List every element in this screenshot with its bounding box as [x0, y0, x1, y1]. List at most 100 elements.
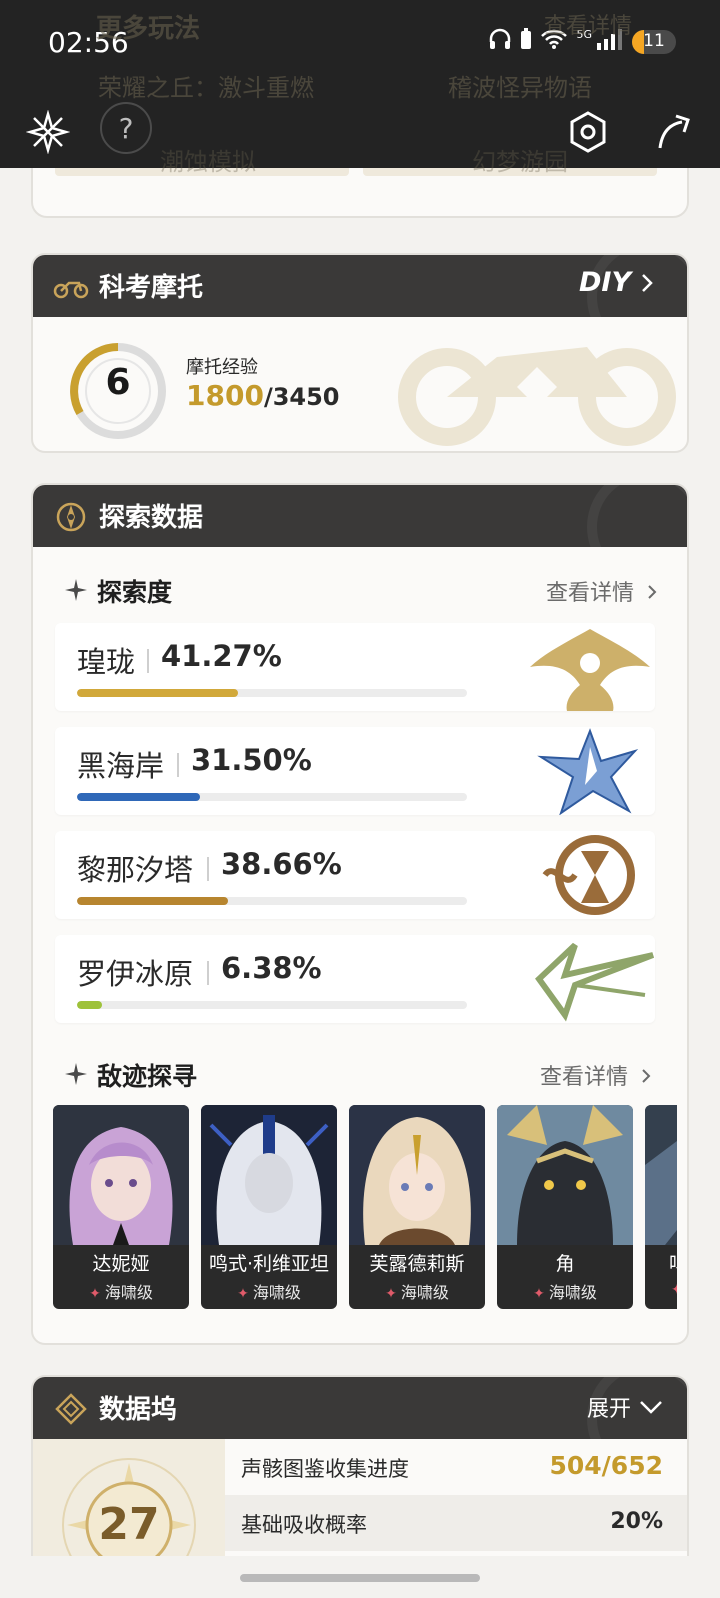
enemy-card[interactable]: 芙露德莉斯 ✦ 海啸级	[349, 1105, 485, 1309]
exploration-degree-link[interactable]: 查看详情	[546, 575, 657, 607]
enemy-rank-label: 海啸级	[400, 1283, 449, 1302]
enemy-link[interactable]: 查看详情	[540, 1059, 651, 1091]
region-card-huanglong[interactable]: 瑝珑 41.27%	[55, 623, 655, 711]
enemy-name: 角	[555, 1253, 575, 1275]
enemy-name: 芙露德莉斯	[369, 1253, 465, 1275]
rank-star-icon: ✦	[237, 1286, 249, 1302]
region-progress-bar	[77, 689, 467, 697]
more-play-item[interactable]: 稽波怪异物语	[448, 68, 592, 103]
rank-star-icon: ✦	[89, 1286, 101, 1302]
enemy-rank-label: 海啸级	[548, 1283, 597, 1302]
enemy-card[interactable]: 鸣 ✦	[645, 1105, 677, 1309]
view-details-label: 查看详情	[545, 581, 634, 606]
view-details-label: 查看详情	[539, 1065, 628, 1090]
more-play-link[interactable]: 查看详情	[544, 8, 632, 40]
compass-icon	[56, 502, 86, 532]
enemy-rank-label: 海啸级	[104, 1283, 153, 1302]
chevron-right-icon	[642, 273, 653, 292]
frostlands-emblem-icon	[535, 942, 655, 1022]
motorcycle-level: 6	[105, 362, 131, 403]
enemy-card[interactable]: 鸣式·利维亚坦 ✦ 海啸级	[201, 1105, 337, 1309]
home-indicator[interactable]	[240, 1574, 480, 1582]
region-name: 黎那汐塔	[77, 853, 194, 887]
region-percent: 6.38%	[221, 951, 322, 985]
region-separator	[147, 649, 149, 673]
black-shores-emblem-icon	[537, 728, 639, 815]
diy-label: DIY	[578, 267, 631, 298]
enemy-name: 达妮娅	[92, 1253, 150, 1275]
region-separator	[207, 961, 209, 985]
data-dock-icon	[55, 1393, 87, 1425]
motorcycle-exp-total: /3450	[263, 383, 340, 411]
enemy-rank: ✦ 海啸级	[497, 1279, 633, 1303]
region-card-rinascita[interactable]: 黎那汐塔 38.66%	[55, 831, 655, 919]
star-menu-icon[interactable]	[20, 104, 76, 160]
rank-star-icon: ✦	[533, 1286, 545, 1302]
battery-level: 11	[643, 30, 665, 51]
region-separator	[207, 857, 209, 881]
region-card-black-shores[interactable]: 黑海岸 31.50%	[55, 727, 655, 815]
enemy-rank: ✦ 海啸级	[201, 1279, 337, 1303]
settings-hexagon-icon[interactable]	[560, 104, 616, 160]
motorcycle-exp-current: 1800	[186, 379, 264, 412]
motorcycle-title: 科考摩托	[99, 273, 204, 303]
enemy-card-strip[interactable]: 达妮娅 ✦ 海啸级 鸣式·利维亚坦 ✦ 海啸级 芙露德莉斯 ✦ 海啸级 角 ✦ …	[53, 1105, 677, 1309]
enemy-rank: ✦	[671, 1279, 677, 1298]
rank-star-icon: ✦	[671, 1282, 677, 1298]
diy-button[interactable]: DIY	[579, 267, 653, 298]
data-dock-row-value: 504/652	[549, 1451, 663, 1480]
region-card-frostlands[interactable]: 罗伊冰原 6.38%	[55, 935, 655, 1023]
battery-icon: 11	[632, 29, 676, 54]
region-name: 瑝珑	[77, 645, 136, 679]
enemy-portrait	[53, 1105, 189, 1245]
enemy-title: 敌迹探寻	[97, 1062, 198, 1091]
more-play-item[interactable]: 荣耀之丘：激斗重燃	[98, 68, 314, 103]
region-progress-fill	[77, 793, 200, 801]
motorcycle-card[interactable]: 科考摩托 DIY 6 摩托经验 1800/3450	[31, 253, 689, 453]
more-play-item[interactable]: 幻梦游园	[472, 142, 568, 177]
exploration-title: 探索数据	[99, 503, 204, 533]
data-dock-row-label: 声骸图鉴收集进度	[241, 1457, 409, 1481]
region-progress-bar	[77, 793, 467, 801]
rinascita-emblem-icon	[542, 835, 635, 915]
chevron-right-icon	[642, 1069, 651, 1083]
expand-label: 展开	[586, 1397, 631, 1422]
enemy-card[interactable]: 角 ✦ 海啸级	[497, 1105, 633, 1309]
data-dock-level: 27	[98, 1499, 160, 1550]
sparkle-icon	[65, 1063, 87, 1085]
data-dock-row-label: 基础吸收概率	[241, 1513, 367, 1537]
enemy-portrait	[349, 1105, 485, 1245]
motorcycle-icon	[53, 281, 89, 299]
enemy-rank-label: 海啸级	[252, 1283, 301, 1302]
huanglong-emblem-icon	[530, 629, 650, 711]
expand-button[interactable]: 展开	[587, 1391, 663, 1423]
motorcycle-header: 科考摩托 DIY	[33, 255, 687, 317]
enemy-portrait	[645, 1105, 677, 1245]
help-button[interactable]: ?	[100, 102, 152, 154]
enemy-name: 鸣式·利维亚坦	[208, 1253, 330, 1275]
more-play-title: 更多玩法	[96, 14, 201, 44]
data-dock-header: 数据坞 展开	[33, 1377, 687, 1439]
rank-star-icon: ✦	[385, 1286, 397, 1302]
share-icon[interactable]	[646, 104, 702, 160]
exploration-header: 探索数据	[33, 485, 687, 547]
region-percent: 38.66%	[221, 847, 342, 881]
enemy-name: 鸣	[669, 1249, 677, 1276]
chevron-down-icon	[640, 1401, 662, 1414]
region-name: 黑海岸	[77, 749, 165, 783]
region-percent: 31.50%	[191, 743, 312, 777]
region-progress-fill	[77, 897, 228, 905]
enemy-card[interactable]: 达妮娅 ✦ 海啸级	[53, 1105, 189, 1309]
enemy-rank: ✦ 海啸级	[349, 1279, 485, 1303]
headphones-icon	[488, 28, 512, 55]
data-dock-row-value: 20%	[610, 1509, 663, 1534]
motorcycle-exp-label: 摩托经验	[186, 357, 258, 378]
region-percent: 41.27%	[161, 639, 282, 673]
exploration-card: 探索数据 探索度 查看详情 瑝珑 41.27% 黑海岸 31.50% 黎那汐塔 …	[31, 483, 689, 1345]
data-dock-title: 数据坞	[99, 1395, 178, 1425]
region-progress-fill	[77, 1001, 102, 1009]
region-name: 罗伊冰原	[77, 957, 194, 991]
sparkle-icon	[65, 579, 87, 601]
exploration-degree-title: 探索度	[97, 578, 173, 607]
more-play-item[interactable]: 潮蚀模拟	[160, 142, 256, 177]
